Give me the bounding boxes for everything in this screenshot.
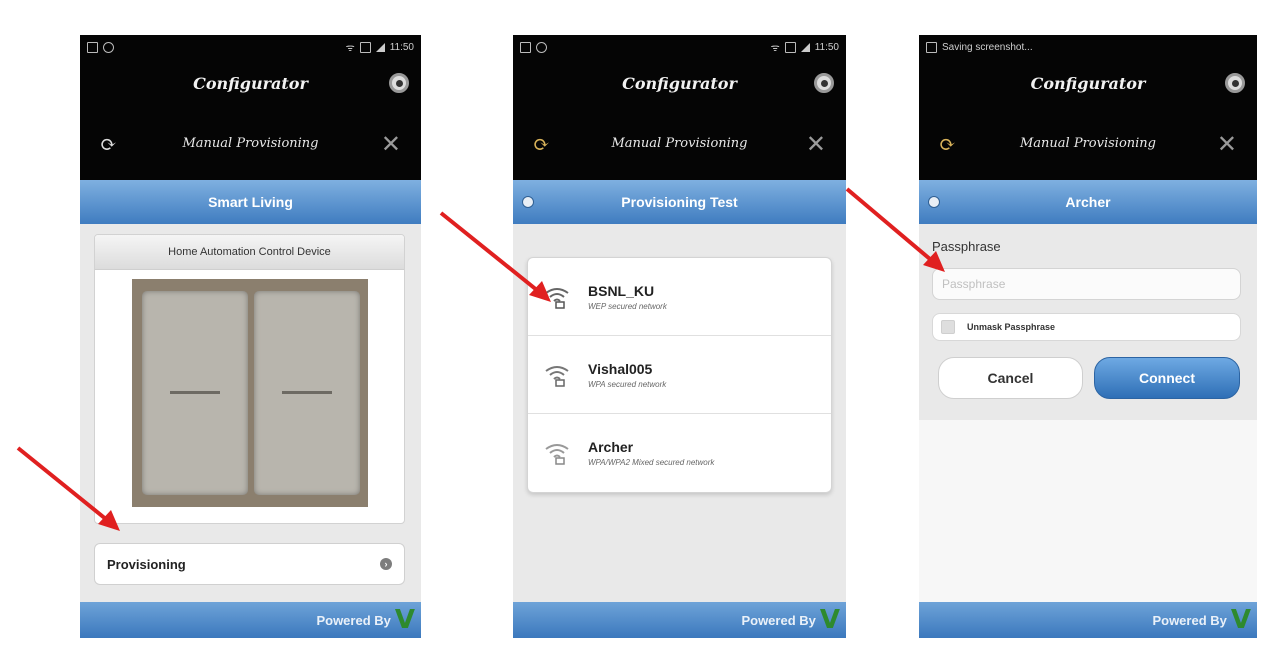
unmask-label: Unmask Passphrase <box>967 322 1056 332</box>
network-name: BSNL_KU <box>588 282 655 299</box>
footer-bar: Powered By V <box>80 602 421 638</box>
app-title: Configurator <box>1030 73 1146 93</box>
app-title: Configurator <box>193 73 308 93</box>
device-card: Home Automation Control Device <box>94 234 405 524</box>
section-title: Provisioning Test <box>621 194 738 210</box>
section-title: Archer <box>1065 194 1111 210</box>
app-title: Configurator <box>622 73 737 93</box>
settings-icon[interactable] <box>389 73 409 93</box>
section-header: Smart Living <box>80 180 421 224</box>
arrow-to-passphrase <box>845 187 945 272</box>
connect-button[interactable]: Connect <box>1094 357 1240 399</box>
wifi-status-icon: ᯤ <box>770 43 780 54</box>
switch-plate-right <box>254 291 360 495</box>
wifi-status-icon: ᯤ <box>345 43 355 54</box>
refresh-icon[interactable]: ⟳ <box>533 134 553 154</box>
network-security: WEP secured network <box>588 301 667 311</box>
passphrase-input[interactable] <box>932 268 1241 300</box>
footer-bar: Powered By V <box>513 602 846 638</box>
arrow-to-network <box>439 211 551 302</box>
footer-text: Powered By <box>1152 612 1227 628</box>
sync-icon <box>103 41 114 53</box>
status-notification: Saving screenshot... <box>942 41 1033 53</box>
toolbar-title: Manual Provisioning <box>611 136 748 151</box>
vendor-logo: V <box>1230 605 1251 635</box>
section-header: Archer <box>919 180 1257 224</box>
chevron-right-icon: › <box>380 558 392 570</box>
wifi-secured-icon <box>542 438 572 468</box>
empty-area <box>919 420 1257 602</box>
refresh-icon[interactable]: ⟳ <box>939 134 959 154</box>
settings-icon[interactable] <box>1225 73 1245 93</box>
footer-text: Powered By <box>741 612 816 628</box>
app-title-bar: Configurator <box>80 59 421 107</box>
toolbar: ⟳ Manual Provisioning ✕ <box>80 107 421 180</box>
status-time: 11:50 <box>814 41 839 53</box>
screenshot-icon <box>87 41 98 53</box>
network-security: WPA secured network <box>588 379 667 389</box>
phone-screen-2: ᯤ 11:50 Configurator ⟳ Manual Provisioni… <box>513 35 846 638</box>
status-bar: ᯤ 11:50 <box>80 35 421 59</box>
back-icon[interactable] <box>522 196 534 208</box>
section-title: Smart Living <box>208 194 293 210</box>
screenshot-icon <box>520 41 531 53</box>
network-name: Archer <box>588 439 634 455</box>
network-list: BSNL_KU WEP secured network Vishal005 WP… <box>527 257 832 493</box>
cancel-button[interactable]: Cancel <box>938 357 1083 399</box>
toolbar-title: Manual Provisioning <box>182 136 319 151</box>
checkbox-icon <box>941 320 955 334</box>
toolbar-title: Manual Provisioning <box>1019 136 1157 151</box>
wifi-secured-icon <box>542 360 572 390</box>
network-name: Vishal005 <box>588 360 653 377</box>
status-time: 11:50 <box>389 41 414 53</box>
device-image <box>132 279 368 507</box>
network-security: WPA/WPA2 Mixed secured network <box>588 458 715 467</box>
provisioning-label: Provisioning <box>107 556 186 572</box>
sync-icon <box>536 41 547 53</box>
status-bar: ᯤ 11:50 <box>513 35 846 59</box>
footer-text: Powered By <box>316 612 391 628</box>
app-title-bar: Configurator <box>919 59 1257 107</box>
refresh-icon[interactable]: ⟳ <box>100 134 120 154</box>
close-icon[interactable]: ✕ <box>1217 132 1237 156</box>
close-icon[interactable]: ✕ <box>806 132 826 156</box>
signal-icon <box>800 42 810 52</box>
toolbar: ⟳ Manual Provisioning ✕ <box>513 107 846 180</box>
arrow-to-provisioning <box>16 446 120 531</box>
app-title-bar: Configurator <box>513 59 846 107</box>
device-card-title: Home Automation Control Device <box>95 235 404 270</box>
sim-icon <box>359 41 371 53</box>
network-item[interactable]: Archer WPA/WPA2 Mixed secured network <box>528 414 831 492</box>
footer-bar: Powered By V <box>919 602 1257 638</box>
sim-icon <box>784 41 796 53</box>
section-header: Provisioning Test <box>513 180 846 224</box>
settings-icon[interactable] <box>814 73 834 93</box>
signal-icon <box>375 42 385 52</box>
provisioning-button[interactable]: Provisioning › <box>94 543 405 585</box>
network-item[interactable]: Vishal005 WPA secured network <box>528 336 831 414</box>
network-item[interactable]: BSNL_KU WEP secured network <box>528 258 831 336</box>
phone-screen-3: Saving screenshot... Configurator ⟳ Manu… <box>919 35 1257 638</box>
vendor-logo: V <box>819 605 840 635</box>
unmask-passphrase-checkbox[interactable]: Unmask Passphrase <box>932 313 1241 341</box>
status-bar: Saving screenshot... <box>919 35 1257 59</box>
screenshot-icon <box>926 41 937 53</box>
close-icon[interactable]: ✕ <box>381 132 401 156</box>
switch-plate-left <box>142 291 248 495</box>
vendor-logo: V <box>394 605 415 635</box>
toolbar: ⟳ Manual Provisioning ✕ <box>919 107 1257 180</box>
phone-screen-1: ᯤ 11:50 Configurator ⟳ Manual Provisioni… <box>80 35 421 638</box>
